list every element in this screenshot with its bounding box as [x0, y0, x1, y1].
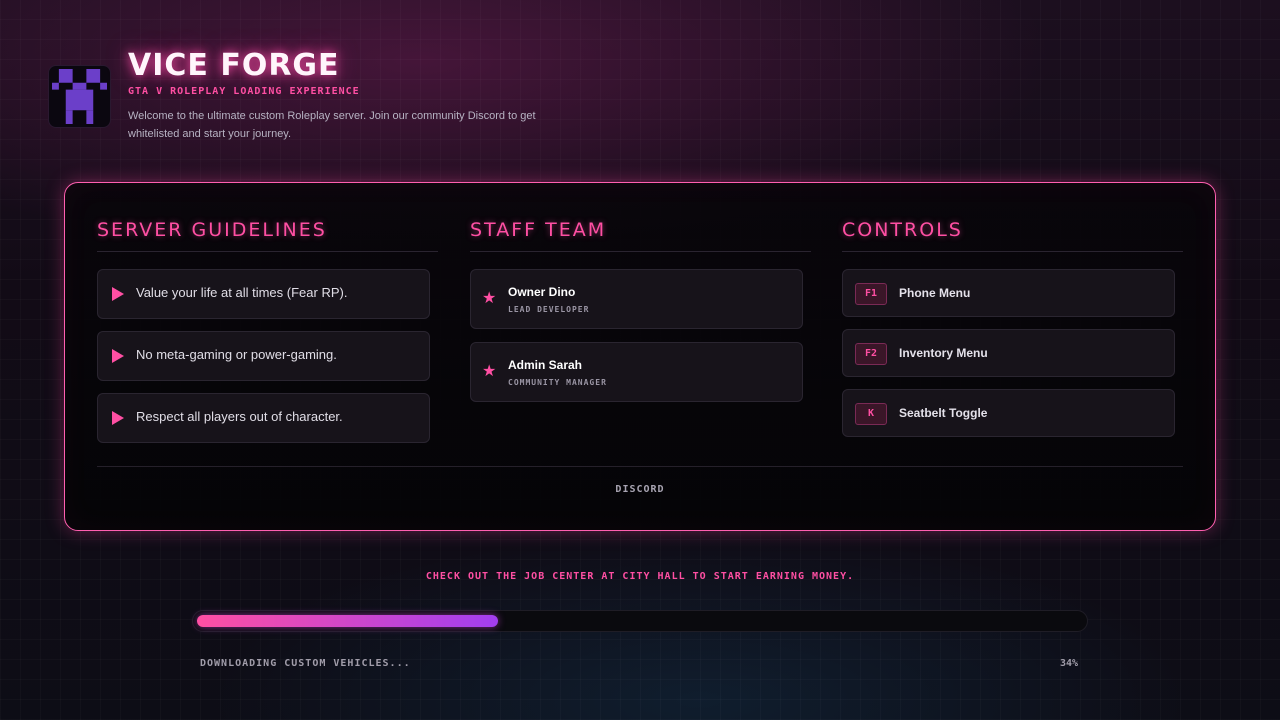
staff-section: STAFF TEAM ★ Owner Dino LEAD DEVELOPER ★… — [470, 219, 811, 402]
guideline-text: Respect all players out of character. — [136, 409, 343, 424]
control-label: Seatbelt Toggle — [899, 406, 988, 420]
star-icon: ★ — [482, 288, 497, 307]
progress-bar — [192, 610, 1088, 632]
guideline-item: Respect all players out of character. — [97, 393, 430, 443]
control-label: Inventory Menu — [899, 346, 988, 360]
divider — [97, 466, 1183, 467]
staff-member-card: ★ Admin Sarah COMMUNITY MANAGER — [470, 342, 803, 402]
loading-status: DOWNLOADING CUSTOM VEHICLES... — [200, 658, 411, 669]
guideline-text: Value your life at all times (Fear RP). — [136, 285, 348, 300]
controls-title: CONTROLS — [842, 219, 1183, 252]
info-panel: SERVER GUIDELINES Value your life at all… — [64, 182, 1216, 531]
control-item: K Seatbelt Toggle — [842, 389, 1175, 437]
guideline-item: No meta-gaming or power-gaming. — [97, 331, 430, 381]
staff-name: Owner Dino — [508, 285, 576, 299]
page-subtitle: GTA V ROLEPLAY LOADING EXPERIENCE — [128, 86, 360, 97]
staff-member-card: ★ Owner Dino LEAD DEVELOPER — [470, 269, 803, 329]
staff-name: Admin Sarah — [508, 358, 583, 372]
guideline-item: Value your life at all times (Fear RP). — [97, 269, 430, 319]
keycap: K — [855, 403, 887, 425]
staff-title: STAFF TEAM — [470, 219, 811, 252]
guidelines-title: SERVER GUIDELINES — [97, 219, 438, 252]
progress-fill — [197, 615, 498, 627]
staff-role: LEAD DEVELOPER — [508, 305, 590, 314]
star-icon: ★ — [482, 361, 497, 380]
control-item: F2 Inventory Menu — [842, 329, 1175, 377]
play-arrow-icon — [112, 411, 124, 425]
controls-section: CONTROLS F1 Phone Menu F2 Inventory Menu… — [842, 219, 1183, 437]
staff-role: COMMUNITY MANAGER — [508, 378, 607, 387]
play-arrow-icon — [112, 349, 124, 363]
loading-percent: 34% — [1059, 658, 1078, 669]
welcome-description: Welcome to the ultimate custom Roleplay … — [128, 110, 536, 140]
control-label: Phone Menu — [899, 286, 971, 300]
control-item: F1 Phone Menu — [842, 269, 1175, 317]
discord-link[interactable]: DISCORD — [65, 484, 1215, 495]
guidelines-section: SERVER GUIDELINES Value your life at all… — [97, 219, 438, 443]
play-arrow-icon — [112, 287, 124, 301]
loading-tip: CHECK OUT THE JOB CENTER AT CITY HALL TO… — [425, 571, 855, 582]
page-title: VICE FORGE — [128, 48, 340, 83]
logo — [48, 65, 111, 128]
keycap: F2 — [855, 343, 887, 365]
keycap: F1 — [855, 283, 887, 305]
creeper-logo-icon — [52, 69, 107, 124]
guideline-text: No meta-gaming or power-gaming. — [136, 347, 337, 362]
